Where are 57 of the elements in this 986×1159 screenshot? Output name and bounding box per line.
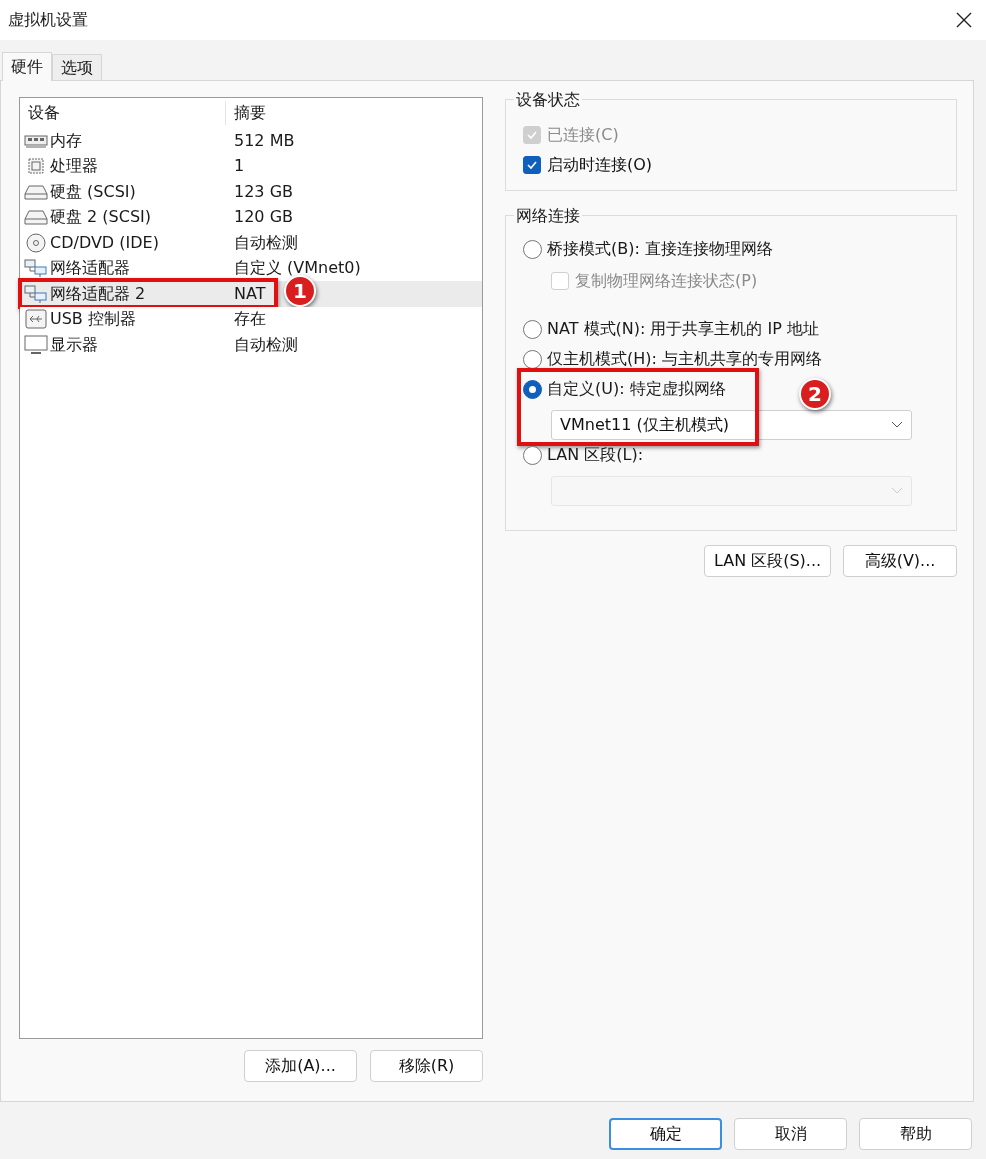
annotation-marker: 2 <box>799 378 831 410</box>
checkbox-label: 已连接(C) <box>547 124 619 146</box>
device-name: 网络适配器 2 <box>50 282 146 305</box>
device-name: USB 控制器 <box>50 308 136 331</box>
close-icon[interactable] <box>956 12 972 28</box>
device-summary: NAT <box>233 282 266 305</box>
chevron-down-icon <box>891 421 903 429</box>
checkmark-icon <box>526 129 538 141</box>
dialog-button[interactable]: 帮助 <box>859 1118 972 1150</box>
device-summary: 自动检测 <box>233 333 298 356</box>
network-icon <box>24 283 48 304</box>
dialog-button[interactable]: 移除(R) <box>370 1050 483 1082</box>
column-header: 设备 <box>20 101 226 125</box>
dialog-button[interactable]: 确定 <box>609 1118 722 1150</box>
device-summary: 123 GB <box>233 180 293 203</box>
device-name: CD/DVD (IDE) <box>50 231 159 254</box>
radio-label: NAT 模式(N): 用于共享主机的 IP 地址 <box>547 318 819 340</box>
device-name: 硬盘 (SCSI) <box>50 180 136 203</box>
device-name: 硬盘 2 (SCSI) <box>50 206 152 229</box>
usb-icon <box>24 309 48 330</box>
radio-button[interactable] <box>523 319 542 339</box>
device-name: 内存 <box>50 129 82 152</box>
chevron-down-icon <box>891 487 903 495</box>
device-name: 处理器 <box>50 155 98 178</box>
radio-label: 桥接模式(B): 直接连接物理网络 <box>547 238 773 260</box>
dropdown-value: VMnet11 (仅主机模式) <box>560 414 729 436</box>
device-summary: 存在 <box>233 308 266 331</box>
annotation-marker: 1 <box>284 275 316 307</box>
column-header: 摘要 <box>233 102 266 124</box>
tab[interactable]: 硬件 <box>2 52 52 81</box>
device-name: 网络适配器 <box>50 257 130 280</box>
checkbox[interactable] <box>523 156 541 174</box>
checkbox-label: 复制物理网络连接状态(P) <box>575 270 758 292</box>
window-title: 虚拟机设置 <box>8 9 88 31</box>
dialog-button[interactable]: 取消 <box>734 1118 847 1150</box>
network-icon <box>24 258 48 279</box>
network-dropdown[interactable]: VMnet11 (仅主机模式) <box>551 410 912 440</box>
device-summary: 1 <box>233 155 245 178</box>
checkbox-label: 启动时连接(O) <box>547 154 653 176</box>
hard-drive-icon <box>24 207 48 228</box>
radio-button[interactable] <box>523 379 542 399</box>
checkmark-icon <box>526 159 538 171</box>
radio-button[interactable] <box>523 239 542 259</box>
device-summary: 自动检测 <box>233 231 298 254</box>
dialog-button[interactable]: LAN 区段(S)... <box>704 545 831 577</box>
dialog-button[interactable]: 高级(V)... <box>843 545 957 577</box>
device-summary: 512 MB <box>233 129 295 152</box>
device-summary: 120 GB <box>233 206 293 229</box>
monitor-icon <box>24 334 48 355</box>
dialog-button[interactable]: 添加(A)... <box>244 1050 357 1082</box>
radio-button[interactable] <box>523 349 542 369</box>
radio-label: 仅主机模式(H): 与主机共享的专用网络 <box>547 348 822 370</box>
device-name: 显示器 <box>50 333 98 356</box>
radio-label: LAN 区段(L): <box>547 444 644 466</box>
disc-icon <box>24 232 48 253</box>
radio-label: 自定义(U): 特定虚拟网络 <box>547 378 726 400</box>
tab[interactable]: 选项 <box>52 54 102 80</box>
